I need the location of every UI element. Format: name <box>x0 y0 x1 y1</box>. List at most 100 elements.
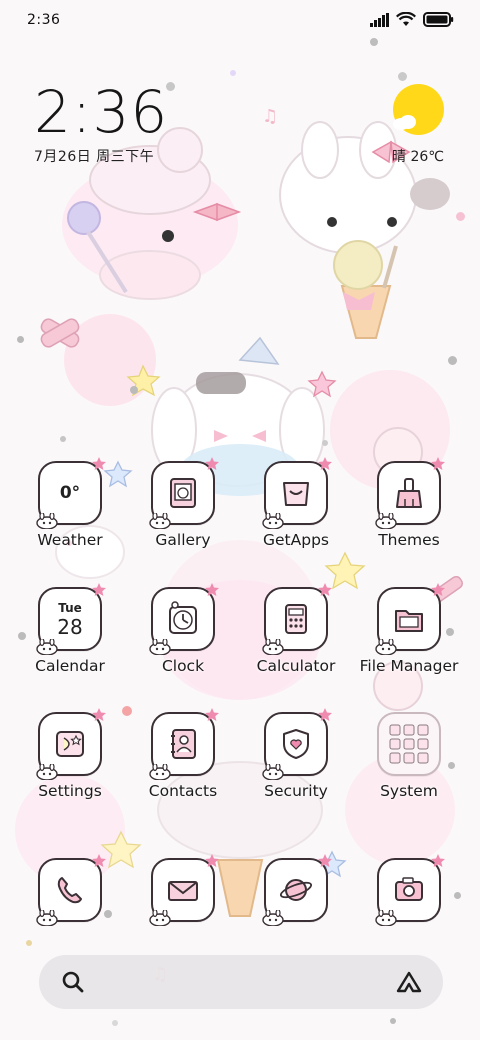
weather-widget-text: 晴 26℃ <box>392 149 444 165</box>
camera-glyph <box>395 877 423 901</box>
app-calculator[interactable]: Calculator <box>240 583 352 697</box>
app-security[interactable]: Security <box>240 708 352 822</box>
star-badge-icon <box>318 708 332 721</box>
themes-icon <box>375 457 445 529</box>
star-badge-icon <box>431 854 445 867</box>
star-badge-icon <box>92 708 106 721</box>
bunny-badge-icon <box>149 764 171 780</box>
messages-icon <box>149 854 219 926</box>
app-settings[interactable]: Settings <box>14 708 126 822</box>
calendar-icon-date: 28 <box>57 615 83 639</box>
bunny-badge-icon <box>36 639 58 655</box>
browser-glyph <box>279 879 313 901</box>
bunny-badge-icon <box>375 513 397 529</box>
clock-widget-date: 7月26日 周三下午 <box>34 149 155 165</box>
bunny-badge-icon <box>149 513 171 529</box>
bunny-badge-icon <box>36 910 58 926</box>
dock-browser[interactable] <box>240 854 352 968</box>
system-folder-icon <box>377 712 441 776</box>
bunny-badge-icon <box>262 764 284 780</box>
bunny-badge-icon <box>262 639 284 655</box>
search-icon[interactable] <box>61 970 85 994</box>
star-badge-icon <box>205 854 219 867</box>
bunny-badge-icon <box>36 764 58 780</box>
app-gallery[interactable]: Gallery <box>127 457 239 571</box>
bunny-badge-icon <box>149 910 171 926</box>
gallery-icon <box>149 457 219 529</box>
bunny-badge-icon <box>375 910 397 926</box>
calculator-icon <box>262 583 332 655</box>
svg-text:♫: ♫ <box>262 106 278 127</box>
dock-camera[interactable] <box>353 854 465 968</box>
star-badge-icon <box>431 583 445 596</box>
bunny-badge-icon <box>262 513 284 529</box>
clock-widget-time: 2:36 <box>34 78 169 146</box>
contacts-icon <box>149 708 219 780</box>
app-label: GetApps <box>263 531 329 549</box>
app-contacts[interactable]: Contacts <box>127 708 239 822</box>
star-badge-icon <box>318 457 332 470</box>
calendar-icon-day: Tue <box>58 601 82 615</box>
app-label: Gallery <box>155 531 211 549</box>
contacts-glyph <box>171 729 196 759</box>
star-badge-icon <box>92 583 106 596</box>
app-themes[interactable]: Themes <box>353 457 465 571</box>
app-file-manager[interactable]: File Manager <box>353 583 465 697</box>
file-manager-icon <box>375 583 445 655</box>
app-label: System <box>380 782 438 800</box>
clock-glyph <box>169 601 197 634</box>
star-badge-icon <box>92 457 106 470</box>
file-manager-glyph <box>395 610 423 632</box>
bunny-badge-icon <box>36 513 58 529</box>
security-icon <box>262 708 332 780</box>
clock-widget[interactable]: 2:36 7月26日 周三下午 <box>34 80 168 166</box>
wifi-icon <box>396 12 416 26</box>
themes-glyph <box>396 478 422 508</box>
weather-icon: 0° <box>36 457 106 529</box>
bunny-badge-icon <box>262 910 284 926</box>
browser-icon <box>262 854 332 926</box>
star-badge-icon <box>318 583 332 596</box>
phone-icon <box>36 854 106 926</box>
app-label: Calendar <box>35 657 105 675</box>
star-badge-icon <box>431 457 445 470</box>
app-label: Settings <box>38 782 102 800</box>
calendar-icon: Tue 28 <box>36 583 106 655</box>
settings-icon <box>36 708 106 780</box>
weather-icon-temp: 0° <box>59 483 81 503</box>
phone-glyph <box>57 877 82 904</box>
security-glyph <box>283 729 309 759</box>
weather-widget[interactable]: 晴 26℃ <box>374 84 444 170</box>
app-label: Contacts <box>148 782 218 800</box>
app-calendar[interactable]: Tue 28 Calendar <box>14 583 126 697</box>
bunny-badge-icon <box>375 639 397 655</box>
app-label: Security <box>264 782 328 800</box>
assistant-icon[interactable] <box>395 970 423 994</box>
status-bar: 2:36 <box>0 0 480 42</box>
app-system-folder[interactable]: System <box>353 712 465 822</box>
star-badge-icon <box>318 854 332 867</box>
messages-glyph <box>168 881 198 901</box>
star-badge-icon <box>205 708 219 721</box>
dock-phone[interactable] <box>14 854 126 968</box>
settings-glyph <box>56 731 84 757</box>
clock-icon <box>149 583 219 655</box>
app-label: Clock <box>161 657 205 675</box>
status-icons <box>370 12 454 27</box>
star-badge-icon <box>205 457 219 470</box>
signal-icon <box>370 12 389 27</box>
bunny-badge-icon <box>149 639 171 655</box>
app-label: Themes <box>378 531 440 549</box>
app-weather[interactable]: 0° Weather <box>14 457 126 571</box>
battery-icon <box>423 12 454 27</box>
system-folder-grid <box>389 724 429 764</box>
calculator-glyph <box>285 604 307 634</box>
dock-messages[interactable] <box>127 854 239 968</box>
search-bar[interactable] <box>39 955 443 1009</box>
app-clock[interactable]: Clock <box>127 583 239 697</box>
getapps-glyph <box>283 482 309 506</box>
app-getapps[interactable]: GetApps <box>240 457 352 571</box>
star-badge-icon <box>92 854 106 867</box>
gallery-glyph <box>170 478 196 508</box>
cloud-icon <box>393 115 416 130</box>
